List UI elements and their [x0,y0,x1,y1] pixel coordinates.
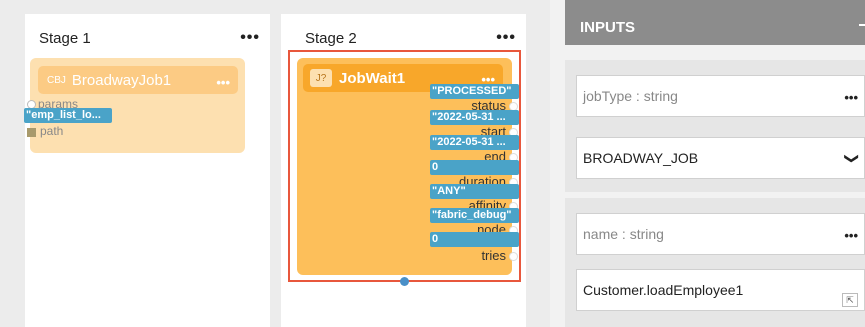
stage-1-title: Stage 1 [39,29,91,47]
node-menu-icon[interactable]: ••• [216,75,230,90]
param-name-field: jobType : string ••• [576,75,865,117]
stage-2-title: Stage 2 [305,29,357,47]
output-value[interactable]: "PROCESSED" [430,84,519,99]
param-card-name: name : string ••• Customer.loadEmployee1… [565,198,865,327]
input-value-params[interactable]: "emp_list_lo... [24,108,112,123]
jobtype-select[interactable]: BROADWAY_JOB ❯ [576,137,865,179]
output-label: tries [481,248,506,263]
broadway-job-node-header[interactable]: CBJ BroadwayJob1 ••• [38,66,238,94]
name-input[interactable]: Customer.loadEmployee1 ⇱ [576,269,865,311]
node-type-tag: CBJ [47,74,66,86]
output-value[interactable]: "fabric_debug" [430,208,519,223]
inputs-panel-title: INPUTS [580,19,636,36]
input-label-path: path [40,124,64,138]
output-value[interactable]: "ANY" [430,184,519,199]
param-menu-icon[interactable]: ••• [844,228,858,243]
stage-2-menu-icon[interactable]: ••• [496,30,516,46]
param-label: jobType : string [583,88,678,104]
inputs-panel-header: INPUTS [565,0,865,45]
output-value[interactable]: "2022-05-31 ... [430,110,519,125]
param-menu-icon[interactable]: ••• [844,90,858,105]
node-type-tag: J? [310,69,332,87]
node-name: BroadwayJob1 [71,71,172,89]
collapse-icon[interactable] [859,24,865,26]
chevron-down-icon[interactable]: ❯ [844,153,861,165]
output-port[interactable] [509,252,518,261]
input-port-path[interactable] [27,128,36,137]
output-value[interactable]: 0 [430,160,519,175]
jobtype-selected-value: BROADWAY_JOB [583,150,699,166]
expand-editor-icon[interactable]: ⇱ [842,293,858,307]
stage-1-menu-icon[interactable]: ••• [240,30,260,46]
node-bottom-port[interactable] [400,277,409,286]
output-value[interactable]: "2022-05-31 ... [430,135,519,150]
param-card-jobtype: jobType : string ••• BROADWAY_JOB ❯ [565,60,865,192]
name-input-value: Customer.loadEmployee1 [583,282,744,298]
inputs-panel: INPUTS jobType : string ••• BROADWAY_JOB… [550,0,865,327]
param-label: name : string [583,226,664,242]
param-name-field: name : string ••• [576,213,865,255]
stage-1-header: Stage 1 ••• [39,28,260,48]
stage-2-header: Stage 2 ••• [305,28,516,48]
output-value[interactable]: 0 [430,232,519,247]
node-name: JobWait1 [339,69,406,87]
